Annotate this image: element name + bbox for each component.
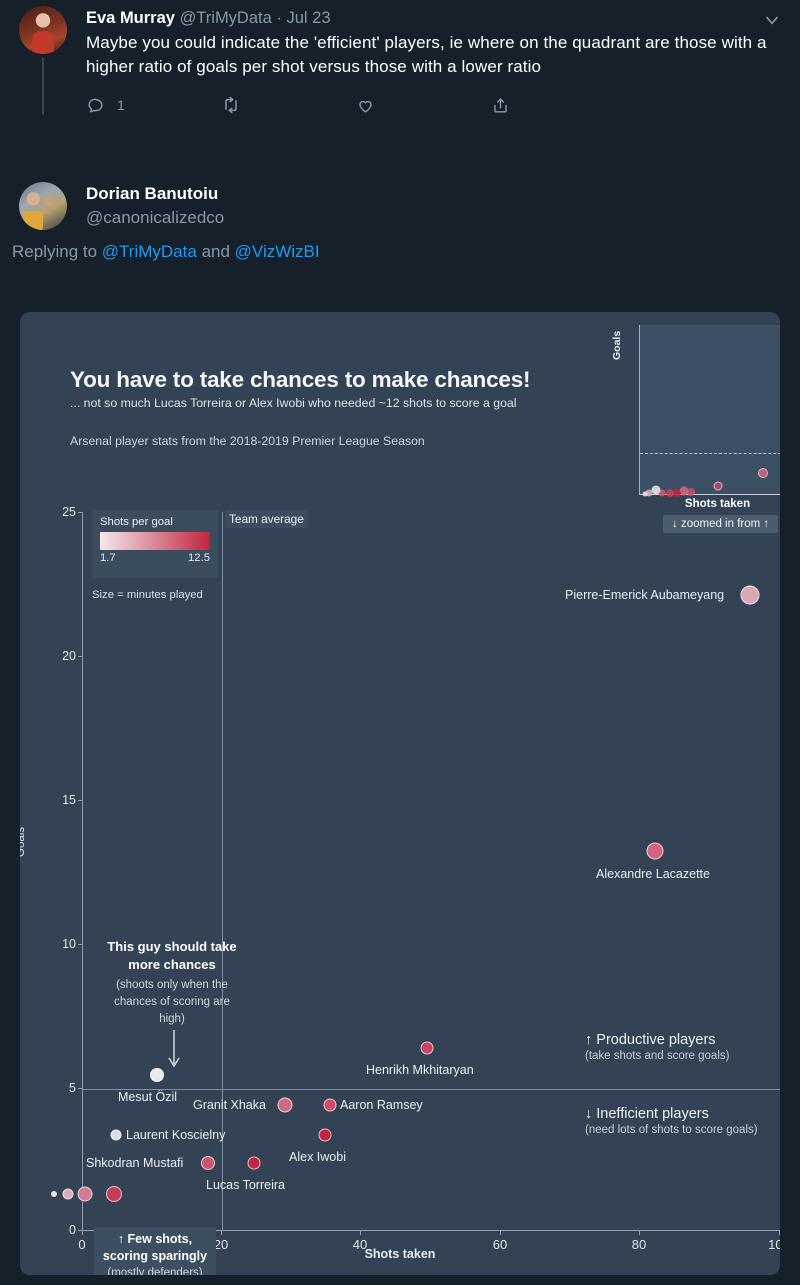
data-point-mustafi[interactable] bbox=[201, 1156, 215, 1170]
y-tick-label: 25 bbox=[62, 505, 76, 519]
y-tick-label: 15 bbox=[62, 793, 76, 807]
data-point-koscielny[interactable] bbox=[110, 1129, 122, 1141]
y-tick-label: 10 bbox=[62, 937, 76, 951]
share-icon bbox=[491, 96, 510, 115]
tweet-header: Eva Murray @TriMyData · Jul 23 bbox=[86, 6, 788, 30]
annotation-arrow-down-icon bbox=[166, 1030, 182, 1077]
data-point-label: Pierre-Emerick Aubameyang bbox=[565, 588, 725, 602]
data-point-label: Mesut Özil bbox=[118, 1090, 178, 1104]
data-point-label: Lucas Torreira bbox=[206, 1178, 285, 1192]
y-axis-label: Goals bbox=[20, 826, 27, 857]
data-point-aubameyang[interactable] bbox=[740, 585, 760, 605]
productive-players-subtitle: (take shots and score goals) bbox=[585, 1050, 730, 1062]
reply-author-block: Dorian Banutoiu @canonicalizedco bbox=[0, 182, 800, 387]
x-tick-mark bbox=[639, 1230, 640, 1235]
tweet-menu-chevron-down-icon[interactable] bbox=[762, 10, 782, 34]
main-plot-area[interactable]: 25 20 15 10 5 0 0 20 40 60 80 100 Goals … bbox=[20, 312, 780, 1275]
avatar[interactable] bbox=[19, 182, 67, 230]
avatar[interactable] bbox=[19, 6, 67, 54]
data-point-label: Granit Xhaka bbox=[193, 1098, 266, 1112]
team-average-horizontal-line bbox=[82, 1089, 780, 1090]
data-point-torreira[interactable] bbox=[247, 1156, 261, 1170]
share-button[interactable] bbox=[491, 95, 626, 115]
data-point-lacazette[interactable] bbox=[646, 842, 664, 860]
data-point-ramsey[interactable] bbox=[323, 1098, 337, 1112]
data-point-cluster[interactable] bbox=[106, 1186, 122, 1202]
y-tick-mark bbox=[78, 512, 83, 513]
data-point-cluster[interactable] bbox=[51, 1191, 57, 1197]
x-tick-mark bbox=[221, 1230, 222, 1235]
y-tick-label: 0 bbox=[69, 1223, 76, 1237]
x-tick-mark bbox=[779, 1230, 780, 1235]
few-shots-line-1: ↑ Few shots, bbox=[117, 1232, 193, 1246]
thread-connector-line bbox=[42, 58, 44, 115]
x-tick-mark bbox=[82, 1230, 83, 1235]
heart-icon bbox=[356, 96, 375, 115]
mention-trimydata[interactable]: @TriMyData bbox=[102, 242, 197, 261]
inefficient-players-title: ↓ Inefficient players bbox=[585, 1106, 709, 1122]
retweet-button[interactable] bbox=[221, 95, 356, 115]
tweet-author-name[interactable]: Eva Murray bbox=[86, 9, 175, 27]
data-point-label: Alexandre Lacazette bbox=[596, 867, 710, 881]
tweet-action-bar: 1 bbox=[86, 95, 788, 115]
y-tick-mark bbox=[78, 656, 83, 657]
tweet-author-handle[interactable]: @TriMyData bbox=[180, 9, 272, 27]
y-tick-mark bbox=[78, 944, 83, 945]
data-point-label: Laurent Koscielny bbox=[126, 1128, 226, 1142]
team-average-vertical-line bbox=[222, 512, 223, 1230]
few-shots-line-2: scoring sparingly bbox=[102, 1249, 208, 1263]
retweet-icon bbox=[221, 95, 241, 115]
inefficient-players-subtitle: (need lots of shots to score goals) bbox=[585, 1124, 758, 1136]
y-axis-line bbox=[82, 512, 83, 1230]
tweet-separator: · bbox=[276, 9, 282, 27]
data-point-label: Aaron Ramsey bbox=[340, 1098, 423, 1112]
few-shots-subtitle: (mostly defenders) bbox=[107, 1267, 203, 1275]
reply-button[interactable]: 1 bbox=[86, 95, 221, 115]
x-tick-mark bbox=[360, 1230, 361, 1235]
data-point-mkhitaryan[interactable] bbox=[420, 1041, 434, 1055]
replying-to-conjunction: and bbox=[201, 242, 230, 261]
avatar-column bbox=[12, 6, 74, 115]
like-button[interactable] bbox=[356, 95, 491, 115]
productive-players-title: ↑ Productive players bbox=[585, 1032, 716, 1048]
y-tick-label: 20 bbox=[62, 649, 76, 663]
reply-icon bbox=[86, 96, 105, 115]
data-point-label: Henrikh Mkhitaryan bbox=[366, 1063, 474, 1077]
data-point-label: Shkodran Mustafi bbox=[86, 1156, 184, 1170]
inefficient-players-annotation: ↓ Inefficient players (need lots of shot… bbox=[585, 1106, 758, 1136]
data-point-ozil[interactable] bbox=[150, 1068, 164, 1082]
x-tick-mark bbox=[500, 1230, 501, 1235]
data-point-iwobi[interactable] bbox=[318, 1128, 332, 1142]
reply-author-name[interactable]: Dorian Banutoiu bbox=[86, 182, 224, 206]
reply-avatar-column bbox=[12, 182, 74, 230]
data-point-cluster[interactable] bbox=[62, 1188, 74, 1200]
productive-players-annotation: ↑ Productive players (take shots and sco… bbox=[585, 1032, 729, 1062]
ozil-annotation-title: This guy should take more chances bbox=[107, 939, 237, 972]
tweet-text: Maybe you could indicate the 'efficient'… bbox=[86, 33, 767, 76]
mention-vizwizbi[interactable]: @VizWizBI bbox=[235, 242, 320, 261]
tweet-eva-murray[interactable]: Eva Murray @TriMyData · Jul 23 Maybe you… bbox=[0, 0, 800, 170]
replying-to-line: Replying to @TriMyData and @VizWizBI bbox=[0, 242, 800, 262]
ozil-annotation: This guy should take more chances (shoot… bbox=[102, 938, 242, 1028]
visualization-card[interactable]: You have to take chances to make chances… bbox=[20, 312, 780, 1275]
data-point-label: Alex Iwobi bbox=[289, 1150, 346, 1164]
y-tick-mark bbox=[78, 800, 83, 801]
tweet-date[interactable]: Jul 23 bbox=[286, 9, 330, 27]
replying-to-prefix: Replying to bbox=[12, 242, 98, 261]
reply-author-handle[interactable]: @canonicalizedco bbox=[86, 206, 224, 230]
few-shots-annotation: ↑ Few shots, scoring sparingly (mostly d… bbox=[94, 1227, 216, 1275]
reply-count: 1 bbox=[117, 97, 125, 113]
data-point-cluster[interactable] bbox=[77, 1186, 93, 1202]
ozil-annotation-subtitle: (shoots only when the chances of scoring… bbox=[114, 979, 230, 1025]
y-tick-label: 5 bbox=[69, 1081, 76, 1095]
data-point-xhaka[interactable] bbox=[277, 1097, 293, 1113]
